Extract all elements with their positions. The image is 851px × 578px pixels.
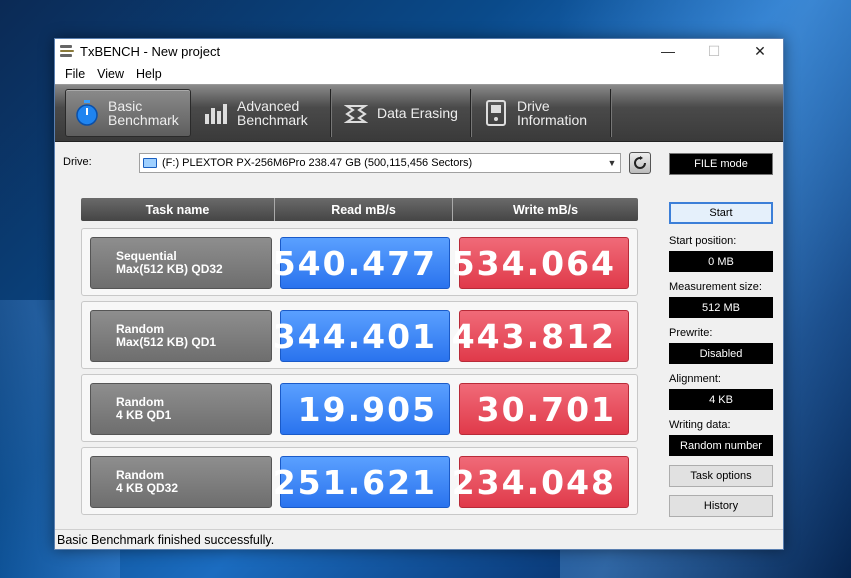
header-write: Write mB/s (512, 202, 579, 217)
results-header: Task name Read mB/s Write mB/s (81, 198, 638, 221)
history-button[interactable]: History (669, 495, 773, 517)
table-row: Random Max(512 KB) QD1 344.401 443.812 (81, 301, 638, 369)
measurement-size-value[interactable]: 512 MB (669, 297, 773, 318)
bar-chart-icon (203, 100, 229, 126)
main-toolbar: Basic Benchmark Advanced Benchmark Data Er… (55, 84, 783, 142)
read-value: 19.905 (280, 383, 450, 435)
close-button[interactable]: ✕ (737, 39, 783, 63)
write-value: 534.064 (452, 237, 629, 289)
task-name-cell[interactable]: Sequential Max(512 KB) QD32 (90, 237, 272, 289)
tab-advanced-line1: Advanced (237, 98, 300, 114)
drive-label: Drive: (63, 156, 92, 168)
alignment-label: Alignment: (669, 373, 721, 385)
menu-file[interactable]: File (59, 67, 91, 81)
prewrite-label: Prewrite: (669, 327, 713, 339)
start-position-label: Start position: (669, 235, 737, 247)
menu-view[interactable]: View (91, 67, 130, 81)
task-name-cell[interactable]: Random 4 KB QD32 (90, 456, 272, 508)
writing-data-value[interactable]: Random number (669, 435, 773, 456)
tab-data-erasing[interactable]: Data Erasing (335, 89, 471, 137)
menu-help[interactable]: Help (130, 67, 168, 81)
header-read: Read mB/s (275, 198, 453, 221)
app-icon (60, 45, 74, 58)
table-row: Sequential Max(512 KB) QD32 540.477 534.… (81, 228, 638, 296)
writing-data-label: Writing data: (669, 419, 731, 431)
start-position-value[interactable]: 0 MB (669, 251, 773, 272)
window-title: TxBENCH - New project (80, 43, 221, 59)
refresh-button[interactable] (629, 152, 651, 174)
header-task-name: Task name (81, 198, 275, 221)
file-mode-indicator[interactable]: FILE mode (669, 153, 773, 175)
eraser-icon (343, 100, 369, 126)
chevron-down-icon[interactable]: ▼ (604, 158, 620, 168)
prewrite-value[interactable]: Disabled (669, 343, 773, 364)
read-value: 540.477 (273, 237, 450, 289)
menu-bar: File View Help (55, 63, 783, 84)
drive-info-icon (483, 100, 509, 126)
table-row: Random 4 KB QD32 251.621 234.048 (81, 447, 638, 515)
status-bar: Basic Benchmark finished successfully. (55, 529, 783, 549)
write-value: 443.812 (452, 310, 629, 362)
drive-dropdown[interactable]: (F:) PLEXTOR PX-256M6Pro 238.47 GB (500,… (139, 153, 621, 173)
tab-basic-line1: Basic (108, 98, 143, 114)
tab-erasing-line1: Data Erasing (377, 105, 458, 121)
read-value: 344.401 (273, 310, 450, 362)
task-name-cell[interactable]: Random 4 KB QD1 (90, 383, 272, 435)
main-content: Drive: (F:) PLEXTOR PX-256M6Pro 238.47 G… (55, 142, 783, 522)
measurement-size-label: Measurement size: (669, 281, 762, 293)
write-value: 30.701 (459, 383, 629, 435)
drive-selected-value: (F:) PLEXTOR PX-256M6Pro 238.47 GB (500,… (162, 157, 473, 169)
task-name-cell[interactable]: Random Max(512 KB) QD1 (90, 310, 272, 362)
tab-drive-line1: Drive (517, 98, 550, 114)
app-window: TxBENCH - New project — ☐ ✕ File View He… (54, 38, 784, 550)
tab-basic-benchmark[interactable]: Basic Benchmark (65, 89, 191, 137)
tab-drive-line2: Information (517, 112, 588, 128)
drive-icon (143, 158, 157, 168)
table-row: Random 4 KB QD1 19.905 30.701 (81, 374, 638, 442)
tab-advanced-line2: Benchmark (237, 112, 308, 128)
tab-advanced-benchmark[interactable]: Advanced Benchmark (195, 89, 331, 137)
maximize-button[interactable]: ☐ (691, 39, 737, 63)
write-value: 234.048 (452, 456, 629, 508)
refresh-icon (634, 156, 646, 169)
minimize-button[interactable]: — (645, 39, 691, 63)
title-bar[interactable]: TxBENCH - New project — ☐ ✕ (55, 39, 783, 63)
tab-drive-information[interactable]: Drive Information (475, 89, 611, 137)
stopwatch-icon (74, 100, 100, 126)
start-button[interactable]: Start (669, 202, 773, 224)
task-options-button[interactable]: Task options (669, 465, 773, 487)
read-value: 251.621 (273, 456, 450, 508)
alignment-value[interactable]: 4 KB (669, 389, 773, 410)
tab-basic-line2: Benchmark (108, 112, 179, 128)
